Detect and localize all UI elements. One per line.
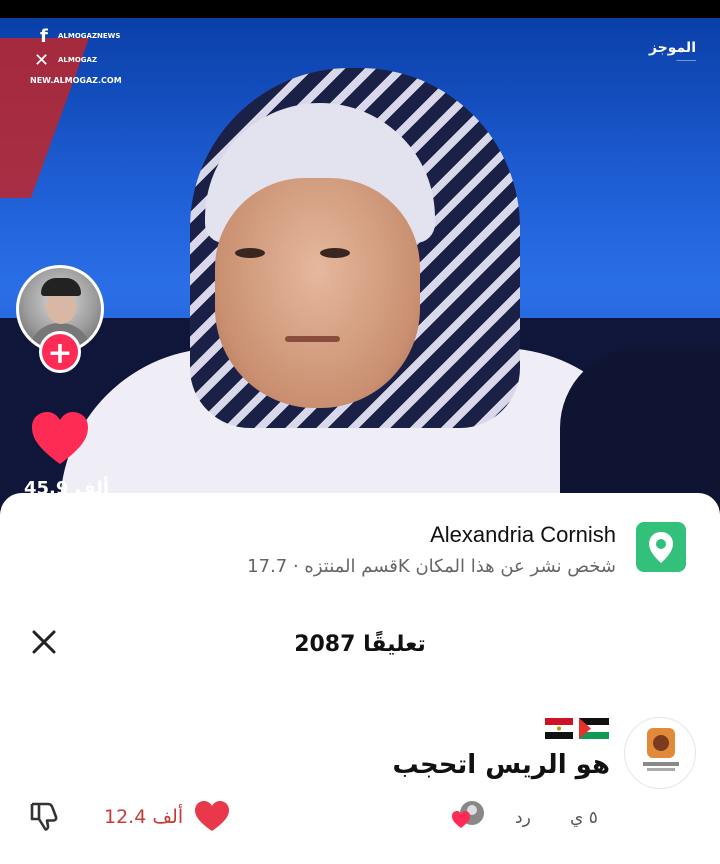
channel-logo-text: الموجز — [648, 40, 696, 56]
channel-logo-sub: ـــــــــــ — [676, 56, 696, 63]
thumbs-down-icon[interactable] — [28, 800, 60, 836]
egypt-palestine-flags-icon — [545, 716, 609, 740]
watermark-url: NEW.ALMOGAZ.COM — [30, 76, 122, 85]
location-name[interactable]: Alexandria Cornish — [430, 522, 616, 548]
status-bar — [0, 0, 720, 18]
reply-button[interactable]: رد — [515, 808, 531, 828]
location-pin-icon[interactable] — [636, 522, 686, 572]
location-subtitle: قسم المنتزه · 17.7K شخص نشر عن هذا المكا… — [247, 556, 616, 577]
comment-age: ٥ ي — [570, 808, 598, 828]
comment-heart-icon[interactable] — [194, 800, 230, 836]
channel-logo: الموجز ـــــــــــ — [649, 40, 696, 63]
comment-like-count: 12.4 ألف — [104, 806, 184, 828]
video-frame[interactable]: f ALMOGAZNEWS ✕ ALMOGAZ NEW.ALMOGAZ.COM … — [0, 18, 720, 508]
commenter-avatar[interactable] — [624, 717, 696, 789]
comment-text: هو الريس اتحجب — [392, 750, 610, 780]
mouth — [285, 336, 340, 342]
watermark-facebook: ALMOGAZNEWS — [58, 32, 121, 40]
right-eye — [320, 248, 350, 258]
person-arm — [560, 348, 720, 508]
watermark-x: ALMOGAZ — [58, 56, 98, 64]
follow-button[interactable]: + — [39, 331, 81, 373]
facebook-icon: f — [40, 26, 48, 47]
comments-count-title: 2087 تعليقًا — [294, 632, 426, 657]
left-eye — [235, 248, 265, 258]
person-face — [215, 178, 420, 408]
like-heart-icon[interactable] — [30, 410, 90, 470]
avatar-cap — [41, 278, 81, 296]
creator-liked-avatar-icon — [452, 800, 488, 830]
x-icon: ✕ — [34, 50, 50, 71]
